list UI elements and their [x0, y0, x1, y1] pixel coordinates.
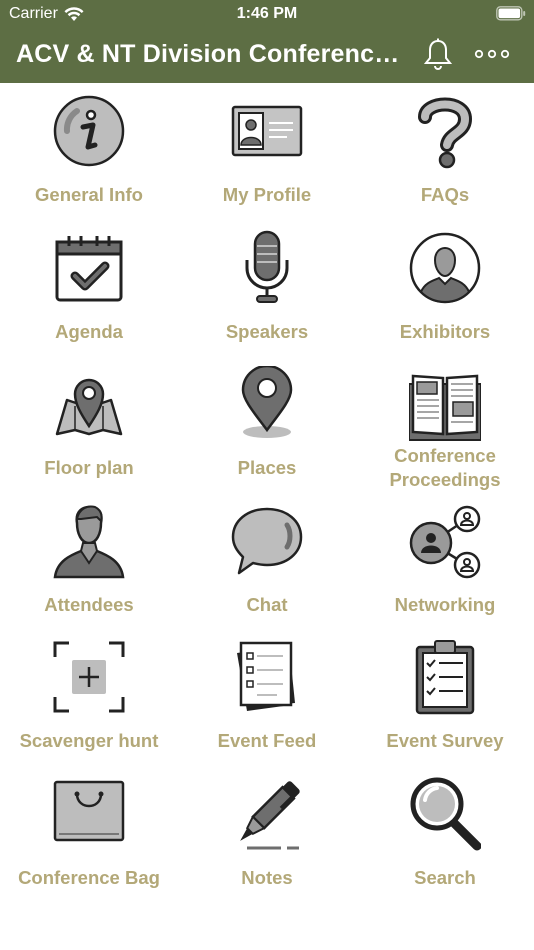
tile-faqs[interactable]: FAQs [356, 83, 534, 220]
id-card-icon [231, 105, 303, 157]
tile-label: Event Survey [386, 730, 504, 751]
network-icon [409, 505, 481, 578]
tile-scavenger-hunt[interactable]: Scavenger hunt [0, 629, 178, 766]
navigation-bar: ACV & NT Division Conference 2... [0, 28, 534, 83]
status-bar: Carrier 1:46 PM [0, 0, 534, 28]
notification-bell-icon[interactable] [422, 38, 454, 72]
tile-label: Event Feed [217, 730, 317, 751]
tile-floor-plan[interactable]: Floor plan [0, 356, 178, 493]
tile-event-survey[interactable]: Event Survey [356, 629, 534, 766]
tile-attendees[interactable]: Attendees [0, 493, 178, 630]
tile-label: Notes [241, 866, 293, 888]
tile-label: Conference Bag [18, 866, 160, 888]
map-pin-icon [55, 378, 123, 436]
tile-label: Floor plan [44, 457, 134, 478]
tile-label: Chat [246, 593, 288, 615]
clipboard-icon [415, 640, 475, 715]
magnifier-icon [410, 777, 481, 850]
speech-bubble-icon [231, 507, 303, 574]
more-options-icon[interactable] [474, 44, 510, 64]
tile-general-info[interactable]: General Info [0, 83, 178, 220]
tile-chat[interactable]: Chat [178, 493, 356, 630]
microphone-icon [245, 230, 289, 303]
pen-icon [240, 780, 300, 849]
tile-label: Places [237, 457, 297, 478]
bag-icon [53, 780, 125, 841]
tile-label: Agenda [55, 320, 123, 342]
tile-label: Exhibitors [399, 320, 491, 342]
tile-places[interactable]: Places [178, 356, 356, 493]
tile-exhibitors[interactable]: Exhibitors [356, 220, 534, 357]
tile-label: Conference Proceedings [389, 445, 501, 490]
tile-event-feed[interactable]: Event Feed [178, 629, 356, 766]
scan-plus-icon [53, 641, 125, 713]
question-mark-icon [418, 97, 473, 169]
tile-speakers[interactable]: Speakers [178, 220, 356, 357]
app-header: Carrier 1:46 PM ACV & NT Division Confer… [0, 0, 534, 83]
tile-notes[interactable]: Notes [178, 766, 356, 903]
tile-label: Search [414, 866, 476, 888]
tile-label: FAQs [420, 184, 470, 205]
menu-grid: General Info My Profile FAQs Agenda Spea… [0, 83, 534, 902]
info-icon [53, 95, 125, 167]
battery-icon [496, 6, 526, 21]
tile-label: Attendees [44, 593, 134, 615]
status-time: 1:46 PM [236, 5, 298, 22]
open-book-icon [409, 374, 481, 441]
tile-my-profile[interactable]: My Profile [178, 83, 356, 220]
page-title: ACV & NT Division Conference 2... [16, 40, 412, 68]
tile-label: General Info [35, 184, 143, 205]
tile-label: My Profile [222, 184, 312, 205]
tile-agenda[interactable]: Agenda [0, 220, 178, 357]
calendar-check-icon [55, 235, 123, 301]
tile-label: Networking [394, 593, 496, 615]
person-circle-icon [409, 232, 481, 303]
checklist-pages-icon [237, 641, 295, 711]
tile-networking[interactable]: Networking [356, 493, 534, 630]
tile-label: Speakers [225, 320, 309, 342]
location-pin-icon [241, 366, 293, 438]
tile-conference-bag[interactable]: Conference Bag [0, 766, 178, 903]
person-icon [53, 505, 125, 578]
tile-search[interactable]: Search [356, 766, 534, 903]
tile-conference-proceedings[interactable]: Conference Proceedings [356, 356, 534, 493]
tile-label: Scavenger hunt [19, 730, 159, 751]
